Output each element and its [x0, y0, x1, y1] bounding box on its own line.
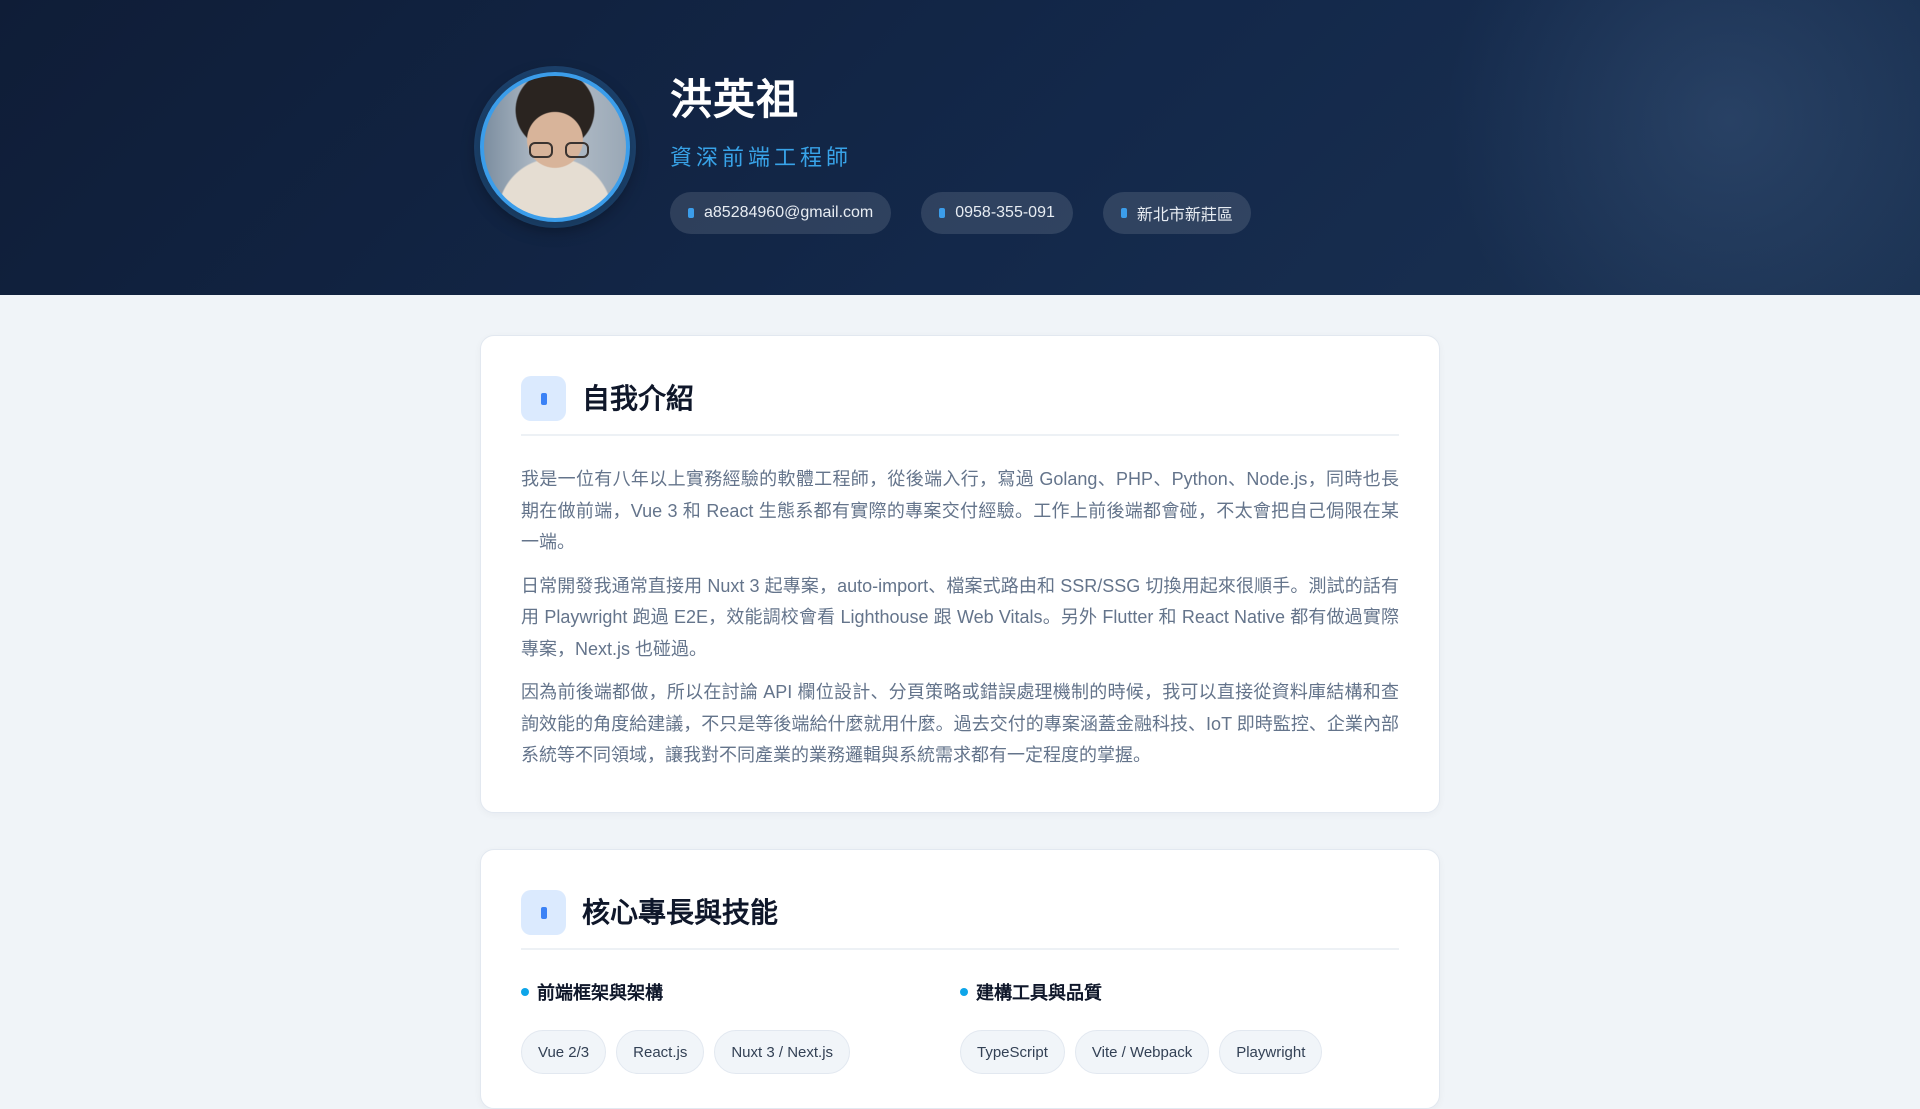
skill-tag: Nuxt 3 / Next.js — [714, 1030, 851, 1074]
profile-role: 資深前端工程師 — [670, 145, 853, 170]
skill-group-title: 建構工具與品質 — [976, 983, 1102, 1003]
user-icon — [521, 376, 566, 421]
skills-title: 核心專長與技能 — [582, 897, 779, 928]
bullet-dot-icon — [960, 988, 968, 996]
contact-phone[interactable]: 0958-355-091 — [921, 192, 1073, 234]
mail-icon — [688, 208, 694, 218]
intro-paragraph: 我是一位有八年以上實務經驗的軟體工程師，從後端入行，寫過 Golang、PHP、… — [521, 469, 1399, 552]
skill-group-frontend: 前端框架與架構 Vue 2/3 React.js Nuxt 3 / Next.j… — [521, 978, 960, 1074]
skill-groups: 前端框架與架構 Vue 2/3 React.js Nuxt 3 / Next.j… — [521, 978, 1399, 1074]
intro-section-header: 自我介紹 — [521, 376, 1399, 436]
profile-name: 洪英祖 — [670, 76, 800, 123]
skill-tag: TypeScript — [960, 1030, 1065, 1074]
skill-tag: Vue 2/3 — [521, 1030, 607, 1074]
phone-icon — [939, 208, 946, 218]
contact-phone-text: 0958-355-091 — [955, 204, 1055, 221]
intro-card: 自我介紹 我是一位有八年以上實務經驗的軟體工程師，從後端入行，寫過 Golang… — [480, 335, 1440, 813]
skill-tag: Vite / Webpack — [1074, 1030, 1210, 1074]
skill-tags: TypeScript Vite / Webpack Playwright — [960, 1030, 1399, 1074]
skill-group-heading: 前端框架與架構 — [521, 978, 960, 1006]
profile-header: 洪英祖 資深前端工程師 a85284960@gmail.com 0958-355… — [0, 0, 1920, 295]
skill-tags: Vue 2/3 React.js Nuxt 3 / Next.js — [521, 1030, 960, 1074]
bullet-dot-icon — [521, 988, 529, 996]
avatar-photo — [529, 142, 589, 158]
contact-email[interactable]: a85284960@gmail.com — [670, 192, 892, 234]
skill-group-tooling: 建構工具與品質 TypeScript Vite / Webpack Playwr… — [960, 978, 1399, 1074]
contact-location: 新北市新莊區 — [1102, 192, 1251, 234]
skills-section-header: 核心專長與技能 — [521, 890, 1399, 950]
intro-title: 自我介紹 — [582, 383, 695, 414]
contact-list: a85284960@gmail.com 0958-355-091 新北市新莊區 — [670, 192, 1251, 234]
skill-group-title: 前端框架與架構 — [537, 983, 663, 1003]
intro-paragraph: 日常開發我通常直接用 Nuxt 3 起專案，auto-import、檔案式路由和… — [521, 575, 1399, 659]
contact-email-text: a85284960@gmail.com — [704, 204, 874, 221]
code-icon — [521, 890, 566, 935]
skill-tag: Playwright — [1219, 1030, 1323, 1074]
skill-group-heading: 建構工具與品質 — [960, 978, 1399, 1006]
intro-paragraph: 因為前後端都做，所以在討論 API 欄位設計、分頁策略或錯誤處理機制的時候，我可… — [521, 682, 1399, 765]
avatar — [480, 72, 630, 222]
skill-tag: React.js — [616, 1030, 705, 1074]
location-icon — [1120, 208, 1127, 218]
skills-card: 核心專長與技能 前端框架與架構 Vue 2/3 React.js Nuxt 3 … — [480, 849, 1440, 1109]
intro-body: 我是一位有八年以上實務經驗的軟體工程師，從後端入行，寫過 Golang、PHP、… — [521, 464, 1399, 784]
contact-location-text: 新北市新莊區 — [1136, 207, 1233, 224]
